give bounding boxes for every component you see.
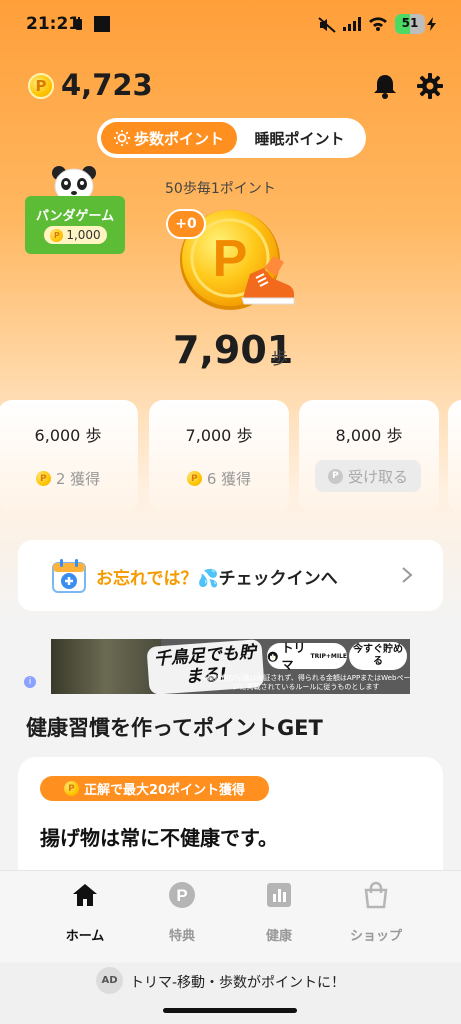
shoe-icon xyxy=(241,256,295,305)
tab-step-points[interactable]: 歩数ポイント xyxy=(101,122,237,154)
bottom-ad-bar[interactable]: AD トリマ-移動・歩数がポイントに！ xyxy=(0,963,461,1024)
nav-label: 健康 xyxy=(265,929,292,944)
charging-icon xyxy=(427,17,436,31)
penguin-icon xyxy=(267,651,278,662)
claim-button[interactable]: P 受け取る xyxy=(315,460,421,492)
nav-label: ホーム xyxy=(65,929,105,944)
checkin-text: お忘れでは？💦チェックインへ xyxy=(96,564,338,589)
milestone-steps: 6,000 歩 xyxy=(34,426,102,445)
gear-icon[interactable] xyxy=(416,72,444,100)
milestone-card[interactable]: 6,000 歩 P 2 獲得 xyxy=(0,400,138,513)
checkin-label: チェックインへ xyxy=(218,569,338,589)
chart-icon xyxy=(267,883,291,907)
points-balance: 4,723 xyxy=(61,68,153,102)
coin-icon: P xyxy=(35,471,51,486)
signal-icon xyxy=(343,17,361,31)
claim-button-label: 受け取る xyxy=(347,467,408,486)
milestone-status-label: 2 獲得 xyxy=(55,470,101,488)
coin-icon: P xyxy=(186,471,202,486)
checkin-banner[interactable]: お忘れでは？💦チェックインへ xyxy=(18,540,443,611)
milestone-card-partial[interactable] xyxy=(448,400,461,513)
quiz-reward-badge: P 正解で最大20ポイント獲得 xyxy=(40,776,269,801)
status-bar: 21:21 51 xyxy=(0,0,461,48)
panda-game-card[interactable]: パンダゲーム P 1,000 xyxy=(25,196,125,254)
milestone-card: 8,000 歩 P 受け取る xyxy=(299,400,439,513)
quiz-reward-label: 正解で最大20ポイント獲得 xyxy=(83,783,246,798)
step-rate-text: 50歩毎1ポイント xyxy=(165,181,276,197)
section-title: 健康習慣を作ってポイントGET xyxy=(26,716,323,740)
ad-brand-logo: トリマ TRIP+MILE xyxy=(267,641,348,672)
ad-disclaimer: ※最終的な伝播は保証されず、得られる金額はAPPまたはWebページに掲載されてい… xyxy=(201,674,410,691)
milestone-status: P 2 獲得 xyxy=(0,468,138,489)
nav-point-letter: P xyxy=(176,886,187,905)
nav-home[interactable]: ホーム xyxy=(45,881,125,951)
home-indicator xyxy=(163,1008,297,1013)
calendar-icon xyxy=(52,559,86,593)
quiz-question: 揚げ物は常に不健康です。 xyxy=(40,826,278,850)
step-unit: 歩 xyxy=(271,349,288,369)
panda-game-points: 1,000 xyxy=(66,228,101,242)
points-coin-icon: P xyxy=(28,73,54,99)
wifi-icon xyxy=(369,17,387,31)
ad-cta-button[interactable]: 今すぐ貯める xyxy=(349,642,407,670)
bottom-nav: ホーム P 特典 健康 ショップ xyxy=(0,870,461,962)
gain-badge: +0 xyxy=(166,209,206,239)
nav-label: 特典 xyxy=(168,929,195,944)
milestone-card[interactable]: 7,000 歩 P 6 獲得 xyxy=(149,400,289,513)
ad-brand-name: トリマ xyxy=(281,641,306,672)
point-icon: P xyxy=(169,882,195,908)
checkin-highlight: お忘れでは？ xyxy=(96,569,198,589)
nav-label: ショップ xyxy=(349,929,402,944)
nav-benefits[interactable]: P 特典 xyxy=(142,881,222,951)
point-type-toggle: 歩数ポイント 睡眠ポイント xyxy=(97,118,366,158)
nav-shop[interactable]: ショップ xyxy=(336,881,416,951)
coin-icon: P xyxy=(63,781,79,796)
ad-mark: AD xyxy=(96,967,123,994)
milestone-status: P 6 獲得 xyxy=(149,468,289,489)
ad-info-icon[interactable]: i xyxy=(24,676,36,688)
milestone-status-label: 6 獲得 xyxy=(206,470,252,488)
panda-game-title: パンダゲーム xyxy=(35,209,115,224)
ad-banner[interactable]: 千鳥足でも貯まる! トリマ TRIP+MILE 今すぐ貯める ※最終的な伝播は保… xyxy=(51,639,410,694)
battery-saver-icon xyxy=(76,17,82,30)
tab-sleep-points[interactable]: 睡眠ポイント xyxy=(237,122,362,154)
mute-icon xyxy=(318,17,336,33)
battery-percent: 51 xyxy=(401,16,419,30)
coin-icon: P xyxy=(50,228,64,242)
bottom-ad-text: トリマ-移動・歩数がポイントに！ xyxy=(130,975,346,991)
bell-icon[interactable] xyxy=(371,72,399,100)
ad-photo xyxy=(51,639,161,694)
chevron-right-icon xyxy=(402,567,413,583)
milestone-steps: 7,000 歩 xyxy=(185,426,253,445)
sun-icon xyxy=(113,130,130,146)
tab-step-points-label: 歩数ポイント xyxy=(133,129,224,148)
panda-game-reward: P 1,000 xyxy=(44,226,107,244)
battery-indicator: 51 xyxy=(395,14,425,34)
status-time: 21:21 xyxy=(26,14,81,34)
ad-brand-sub: TRIP+MILE xyxy=(310,652,348,660)
home-icon xyxy=(73,884,97,906)
bag-icon xyxy=(364,881,388,909)
nav-health[interactable]: 健康 xyxy=(239,881,319,951)
coin-icon: P xyxy=(327,468,343,484)
droplets-emoji: 💦 xyxy=(197,569,219,589)
square-notification-icon xyxy=(94,16,110,32)
milestone-steps: 8,000 歩 xyxy=(335,426,403,445)
